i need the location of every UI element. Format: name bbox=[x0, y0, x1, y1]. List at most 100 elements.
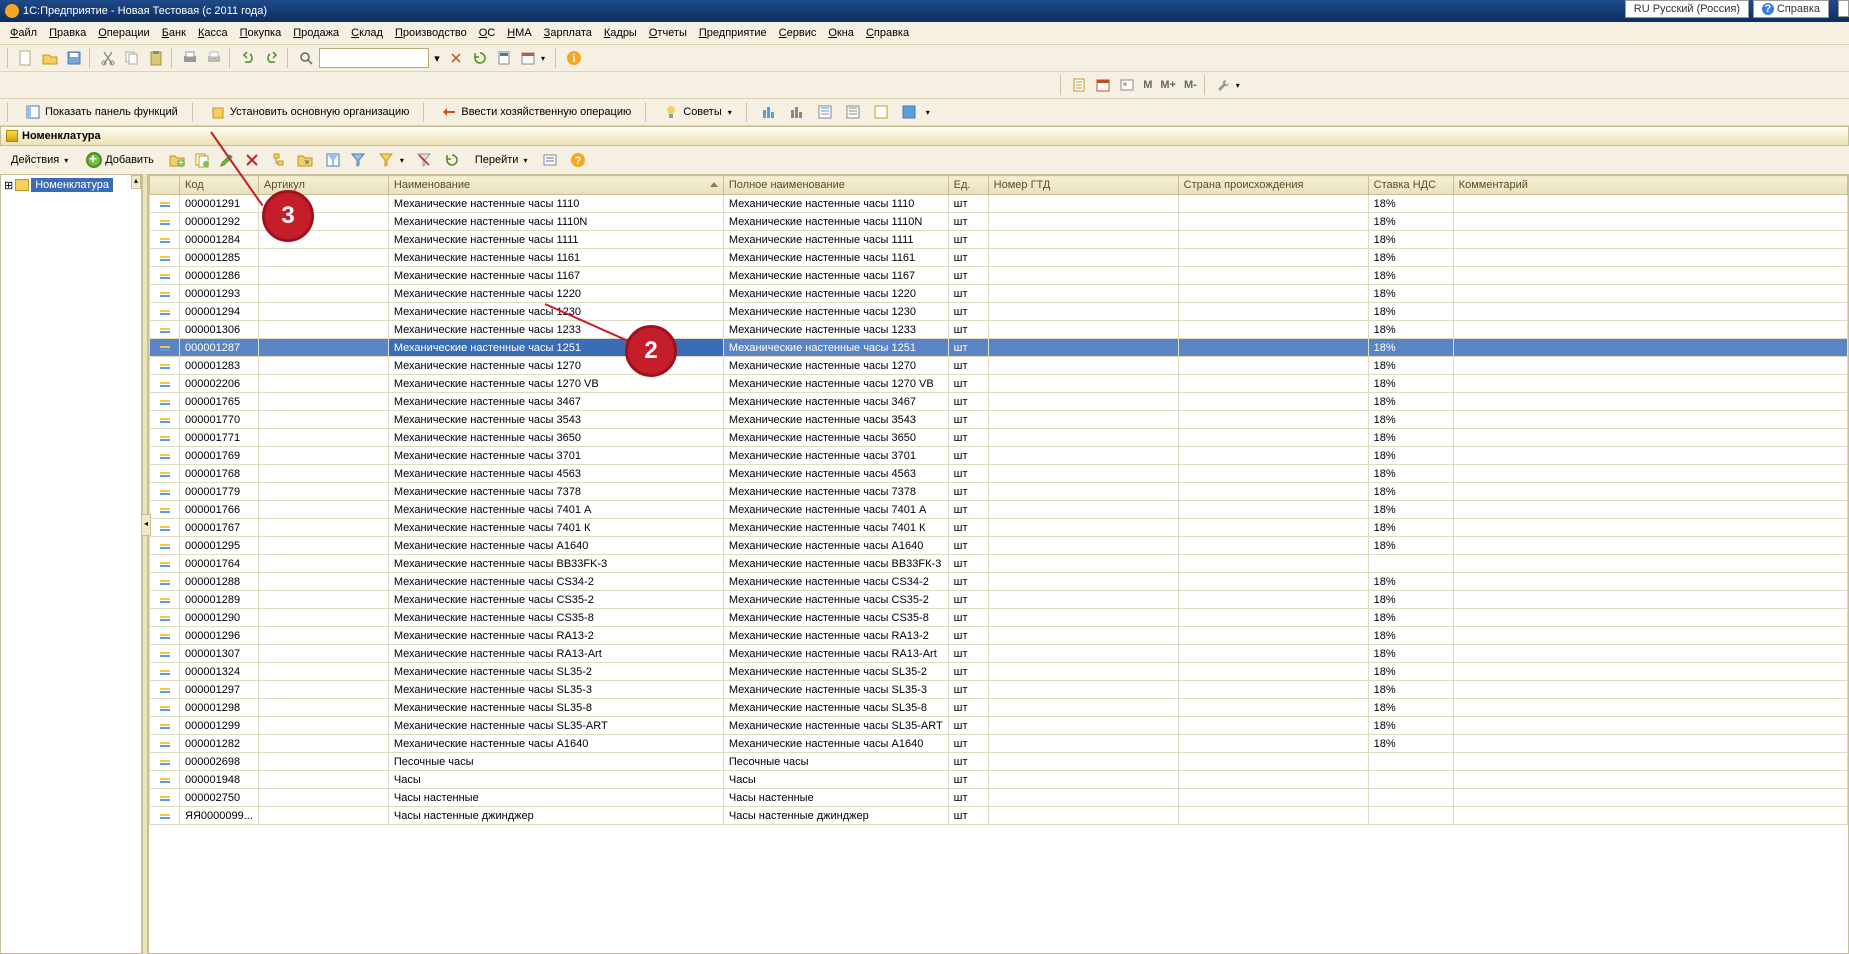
calc-icon[interactable] bbox=[493, 47, 515, 69]
wrench-icon[interactable] bbox=[1212, 74, 1234, 96]
col-header[interactable]: Полное наименование bbox=[723, 176, 948, 195]
m-plus-button[interactable]: М+ bbox=[1157, 74, 1179, 96]
table-row[interactable]: 000001306Механические настенные часы 123… bbox=[150, 321, 1848, 339]
menu-правка[interactable]: Правка bbox=[44, 25, 91, 41]
add-folder-icon[interactable]: + bbox=[166, 149, 188, 171]
report-icon-1[interactable] bbox=[758, 101, 780, 123]
table-row[interactable]: 000002206Механические настенные часы 127… bbox=[150, 375, 1848, 393]
report-icon-3[interactable] bbox=[814, 101, 836, 123]
table-row[interactable]: 000002750Часы настенныеЧасы настенныешт bbox=[150, 789, 1848, 807]
menu-справка[interactable]: Справка bbox=[861, 25, 914, 41]
menu-нма[interactable]: НМА bbox=[502, 25, 536, 41]
redo-icon[interactable] bbox=[261, 47, 283, 69]
set-org-button[interactable]: Установить основную организацию bbox=[204, 102, 416, 122]
col-header[interactable]: Номер ГТД bbox=[988, 176, 1178, 195]
table-row[interactable]: 000001769Механические настенные часы 370… bbox=[150, 447, 1848, 465]
menu-ос[interactable]: ОС bbox=[474, 25, 501, 41]
hierarchy-icon[interactable] bbox=[269, 149, 291, 171]
col-header[interactable]: Комментарий bbox=[1453, 176, 1847, 195]
table-row[interactable]: 000001948ЧасыЧасышт bbox=[150, 771, 1848, 789]
search-input[interactable] bbox=[319, 48, 429, 68]
calendar2-icon[interactable] bbox=[1092, 74, 1114, 96]
col-header[interactable]: Ставка НДС bbox=[1368, 176, 1453, 195]
search-icon[interactable] bbox=[295, 47, 317, 69]
report-icon-4[interactable] bbox=[842, 101, 864, 123]
save-doc-icon[interactable] bbox=[63, 47, 85, 69]
table-row[interactable]: 000001764Механические настенные часы ВВ3… bbox=[150, 555, 1848, 573]
menu-сервис[interactable]: Сервис bbox=[774, 25, 822, 41]
enter-op-button[interactable]: Ввести хозяйственную операцию bbox=[435, 102, 637, 122]
col-header[interactable]: Ед. bbox=[948, 176, 988, 195]
filter-value-icon[interactable] bbox=[375, 149, 397, 171]
expand-icon[interactable]: ⊞ bbox=[4, 179, 13, 192]
menu-зарплата[interactable]: Зарплата bbox=[539, 25, 597, 41]
add-copy-icon[interactable] bbox=[191, 149, 213, 171]
table-row[interactable]: 000001293Механические настенные часы 122… bbox=[150, 285, 1848, 303]
col-header[interactable] bbox=[150, 176, 180, 195]
filter-off-icon[interactable] bbox=[413, 149, 435, 171]
user-card-icon[interactable] bbox=[1116, 74, 1138, 96]
menu-предприятие[interactable]: Предприятие bbox=[694, 25, 772, 41]
menu-файл[interactable]: Файл bbox=[5, 25, 42, 41]
advice-button[interactable]: Советы bbox=[657, 102, 738, 122]
settings-list-icon[interactable] bbox=[539, 149, 561, 171]
language-switcher[interactable]: RU Русский (Россия) bbox=[1625, 0, 1749, 18]
table-row[interactable]: 000002698Песочные часыПесочные часышт bbox=[150, 753, 1848, 771]
show-panel-button[interactable]: Показать панель функций bbox=[19, 102, 184, 122]
table-row[interactable]: 000001324Механические настенные часы SL3… bbox=[150, 663, 1848, 681]
table-row[interactable]: 000001779Механические настенные часы 737… bbox=[150, 483, 1848, 501]
paste-icon[interactable] bbox=[145, 47, 167, 69]
filter-period-icon[interactable] bbox=[322, 149, 344, 171]
new-doc-icon[interactable] bbox=[15, 47, 37, 69]
table-row[interactable]: 000001767Механические настенные часы 740… bbox=[150, 519, 1848, 537]
copy-icon[interactable] bbox=[121, 47, 143, 69]
table-row[interactable]: 000001283Механические настенные часы 127… bbox=[150, 357, 1848, 375]
report-icon-6[interactable] bbox=[898, 101, 920, 123]
table-row[interactable]: 000001294Механические настенные часы 123… bbox=[150, 303, 1848, 321]
menu-производство[interactable]: Производство bbox=[390, 25, 472, 41]
add-button[interactable]: Добавить bbox=[80, 150, 160, 170]
info-icon[interactable]: i bbox=[563, 47, 585, 69]
table-row[interactable]: 000001299Механические настенные часы SL3… bbox=[150, 717, 1848, 735]
menu-касса[interactable]: Касса bbox=[193, 25, 233, 41]
table-row[interactable]: 000001770Механические настенные часы 354… bbox=[150, 411, 1848, 429]
splitter[interactable]: ◂ bbox=[142, 174, 148, 954]
m-button[interactable]: М bbox=[1140, 74, 1155, 96]
table-row[interactable]: 000001289Механические настенные часы CS3… bbox=[150, 591, 1848, 609]
table-row[interactable]: 000001285Механические настенные часы 116… bbox=[150, 249, 1848, 267]
table-row[interactable]: 000001297Механические настенные часы SL3… bbox=[150, 681, 1848, 699]
report-icon-2[interactable] bbox=[786, 101, 808, 123]
col-header[interactable]: Наименование bbox=[388, 176, 723, 195]
print-preview-icon[interactable] bbox=[203, 47, 225, 69]
print-icon[interactable] bbox=[179, 47, 201, 69]
tree-root-node[interactable]: ⊞ Номенклатура bbox=[4, 178, 138, 192]
refresh-icon[interactable] bbox=[469, 47, 491, 69]
help-list-icon[interactable]: ? bbox=[567, 149, 589, 171]
table-row[interactable]: ЯЯ0000099...Часы настенные джинджерЧасы … bbox=[150, 807, 1848, 825]
menu-операции[interactable]: Операции bbox=[93, 25, 154, 41]
menu-окна[interactable]: Окна bbox=[823, 25, 859, 41]
open-doc-icon[interactable] bbox=[39, 47, 61, 69]
menu-покупка[interactable]: Покупка bbox=[235, 25, 287, 41]
table-row[interactable]: 000001771Механические настенные часы 365… bbox=[150, 429, 1848, 447]
table-row[interactable]: 000001287Механические настенные часы 125… bbox=[150, 339, 1848, 357]
menu-отчеты[interactable]: Отчеты bbox=[644, 25, 692, 41]
actions-button[interactable]: Действия bbox=[5, 152, 74, 168]
cut-icon[interactable] bbox=[97, 47, 119, 69]
delete-mark-icon[interactable] bbox=[241, 149, 263, 171]
table-row[interactable]: 000001282Механические настенные часы А16… bbox=[150, 735, 1848, 753]
goto-button[interactable]: Перейти bbox=[469, 152, 534, 168]
table-row[interactable]: 000001291Механические настенные часы 111… bbox=[150, 195, 1848, 213]
m-minus-button[interactable]: М- bbox=[1181, 74, 1200, 96]
menu-склад[interactable]: Склад bbox=[346, 25, 388, 41]
table-row[interactable]: 000001296Механические настенные часы RA1… bbox=[150, 627, 1848, 645]
search-dropdown-icon[interactable]: ▾ bbox=[431, 47, 443, 69]
refresh-list-icon[interactable] bbox=[441, 149, 463, 171]
report-icon-5[interactable] bbox=[870, 101, 892, 123]
table-row[interactable]: 000001286Механические настенные часы 116… bbox=[150, 267, 1848, 285]
table-row[interactable]: 000001288Механические настенные часы CS3… bbox=[150, 573, 1848, 591]
table-row[interactable]: 000001766Механические настенные часы 740… bbox=[150, 501, 1848, 519]
clipboard-list-icon[interactable] bbox=[1068, 74, 1090, 96]
table-row[interactable]: 000001298Механические настенные часы SL3… bbox=[150, 699, 1848, 717]
table-row[interactable]: 000001284Механические настенные часы 111… bbox=[150, 231, 1848, 249]
